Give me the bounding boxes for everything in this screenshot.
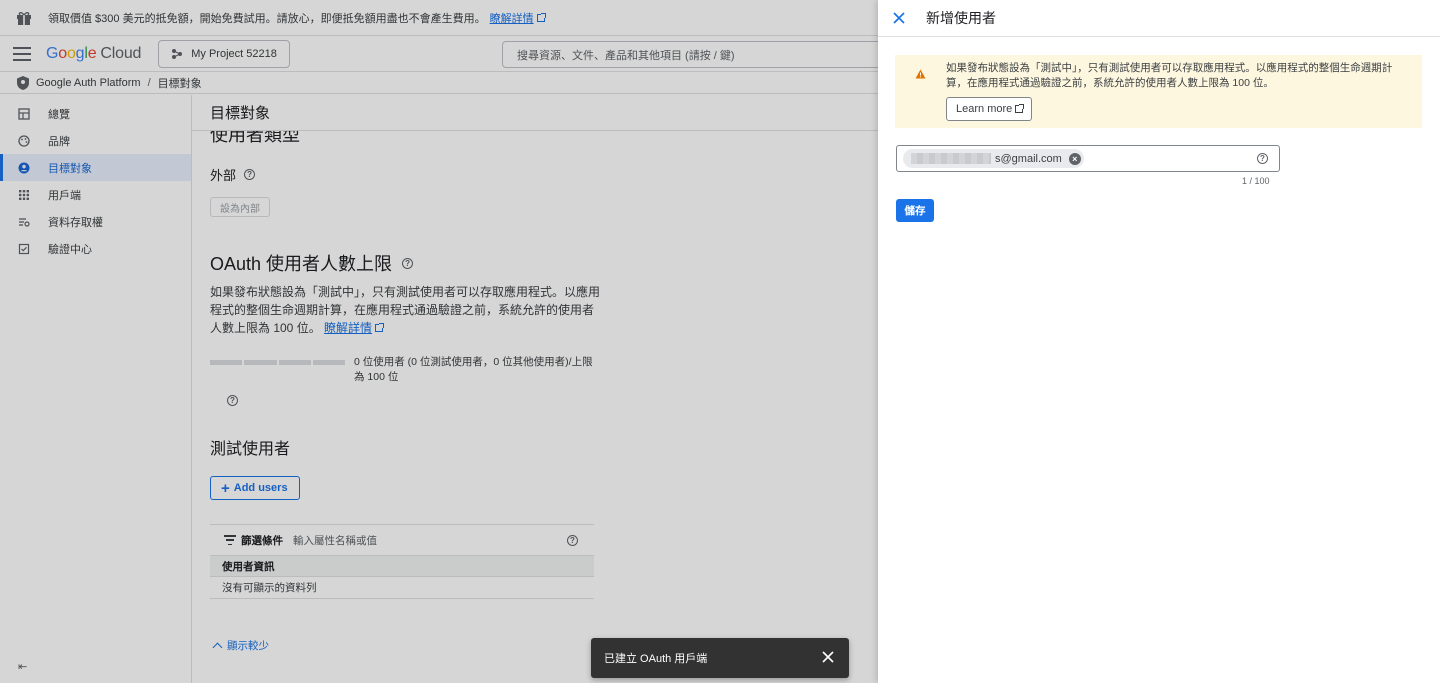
- open-in-new-icon: [1015, 104, 1025, 113]
- user-email-input[interactable]: s@gmail.com × ?: [896, 145, 1280, 172]
- help-icon[interactable]: ?: [1257, 153, 1268, 164]
- snackbar-text: 已建立 OAuth 用戶端: [604, 653, 708, 665]
- close-icon[interactable]: [893, 12, 905, 24]
- warning-text: 如果發布狀態設為「測試中」，只有測試使用者可以存取應用程式。以應用程式的整個生命…: [946, 62, 1393, 89]
- warning-icon: [915, 69, 926, 79]
- user-counter: 1 / 100: [1242, 176, 1270, 186]
- email-chip-text: s@gmail.com: [995, 152, 1062, 165]
- learn-more-button[interactable]: Learn more: [946, 97, 1033, 121]
- snackbar: 已建立 OAuth 用戶端: [591, 638, 849, 678]
- warning-banner: 如果發布狀態設為「測試中」，只有測試使用者可以存取應用程式。以應用程式的整個生命…: [895, 55, 1422, 128]
- redacted-text: [911, 153, 991, 164]
- add-users-panel: 新增使用者 如果發布狀態設為「測試中」，只有測試使用者可以存取應用程式。以應用程…: [878, 0, 1440, 683]
- modal-scrim[interactable]: [0, 0, 878, 683]
- close-icon[interactable]: [822, 651, 834, 663]
- panel-header: 新增使用者: [878, 0, 1440, 37]
- panel-title: 新增使用者: [926, 10, 996, 26]
- save-button[interactable]: 儲存: [896, 199, 934, 222]
- email-chip: s@gmail.com ×: [903, 149, 1084, 168]
- remove-chip-icon[interactable]: ×: [1068, 152, 1081, 165]
